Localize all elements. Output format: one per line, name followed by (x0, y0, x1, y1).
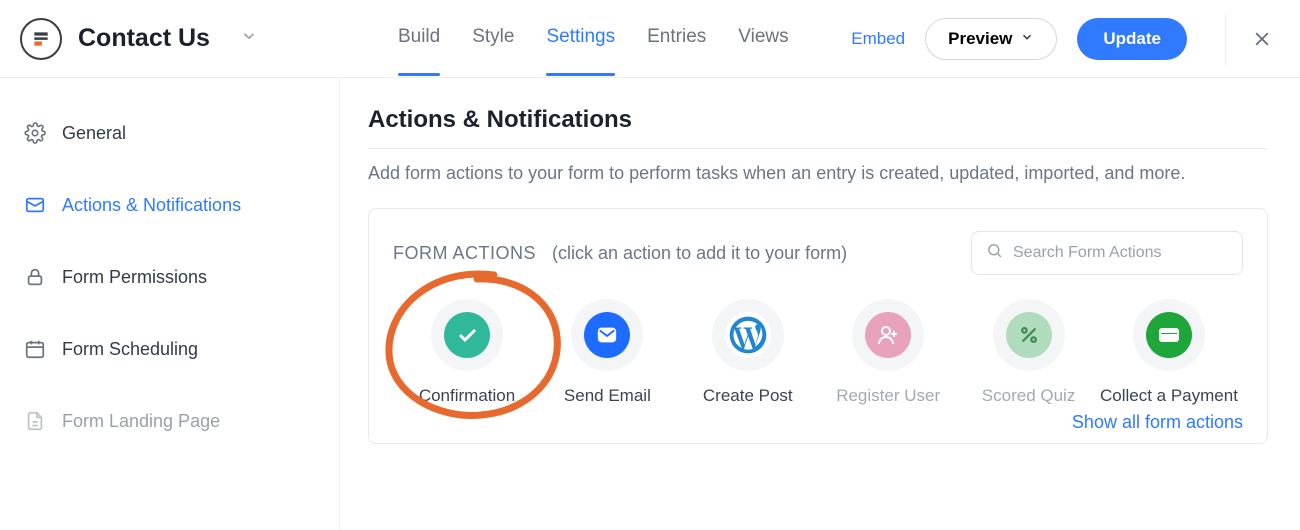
sidebar-item-label: General (62, 123, 126, 144)
show-all-link[interactable]: Show all form actions (1072, 412, 1243, 432)
add-user-icon (865, 312, 911, 358)
check-icon (444, 312, 490, 358)
tab-settings[interactable]: Settings (546, 26, 615, 52)
lock-icon (24, 266, 46, 288)
preview-button[interactable]: Preview (925, 18, 1057, 60)
action-scored-quiz[interactable]: Scored Quiz (959, 299, 1099, 408)
sidebar-item-label: Actions & Notifications (62, 195, 241, 216)
credit-card-icon (1146, 312, 1192, 358)
action-send-email[interactable]: Send Email (537, 299, 677, 408)
search-form-actions[interactable] (971, 231, 1243, 275)
search-input[interactable] (1013, 244, 1228, 262)
top-bar: Contact Us Build Style Settings Entries … (0, 0, 1300, 78)
settings-sidebar: General Actions & Notifications Form Per… (0, 78, 340, 530)
sidebar-item-label: Form Scheduling (62, 339, 198, 360)
tab-build[interactable]: Build (398, 26, 440, 52)
action-register-user[interactable]: Register User (818, 299, 958, 408)
sidebar-item-permissions[interactable]: Form Permissions (0, 250, 339, 304)
action-label: Collect a Payment (1100, 385, 1238, 408)
form-actions-hint: (click an action to add it to your form) (552, 243, 847, 264)
page-subtitle: Add form actions to your form to perform… (368, 163, 1268, 184)
sidebar-item-label: Form Landing Page (62, 411, 220, 432)
top-right-controls: Embed Preview Update (851, 13, 1272, 65)
action-confirmation[interactable]: Confirmation (397, 299, 537, 408)
tab-views[interactable]: Views (738, 26, 788, 52)
main-tabs: Build Style Settings Entries Views (398, 26, 789, 52)
app-logo-icon (20, 18, 62, 60)
sidebar-item-landing-page[interactable]: Form Landing Page (0, 394, 339, 448)
action-label: Scored Quiz (982, 385, 1076, 408)
gear-icon (24, 122, 46, 144)
form-actions-header: FORM ACTIONS (click an action to add it … (393, 231, 1243, 275)
page-title: Actions & Notifications (368, 106, 1268, 149)
action-collect-payment[interactable]: Collect a Payment (1099, 299, 1239, 408)
update-button[interactable]: Update (1077, 18, 1187, 60)
sidebar-item-scheduling[interactable]: Form Scheduling (0, 322, 339, 376)
inbox-icon (24, 194, 46, 216)
action-label: Create Post (703, 385, 793, 408)
body: General Actions & Notifications Form Per… (0, 78, 1300, 530)
action-create-post[interactable]: Create Post (678, 299, 818, 408)
tab-style[interactable]: Style (472, 26, 514, 52)
form-title: Contact Us (78, 24, 210, 53)
chevron-down-icon (1020, 29, 1034, 49)
mail-icon (584, 312, 630, 358)
page-icon (24, 410, 46, 432)
action-label: Send Email (564, 385, 651, 408)
show-all-row: Show all form actions (393, 412, 1243, 433)
tab-entries[interactable]: Entries (647, 26, 706, 52)
calendar-icon (24, 338, 46, 360)
form-actions-title: FORM ACTIONS (393, 243, 536, 264)
sidebar-item-label: Form Permissions (62, 267, 207, 288)
form-actions-grid: Confirmation Send Email Create Post (393, 293, 1243, 408)
search-icon (986, 242, 1003, 264)
logo-title-group: Contact Us (20, 18, 258, 60)
embed-link[interactable]: Embed (851, 29, 905, 49)
sidebar-item-actions[interactable]: Actions & Notifications (0, 178, 339, 232)
percent-icon (1006, 312, 1052, 358)
wordpress-icon (725, 312, 771, 358)
action-label: Confirmation (419, 385, 515, 408)
main-panel: Actions & Notifications Add form actions… (340, 78, 1300, 530)
preview-label: Preview (948, 29, 1012, 49)
sidebar-item-general[interactable]: General (0, 106, 339, 160)
action-label: Register User (836, 385, 940, 408)
form-actions-card: FORM ACTIONS (click an action to add it … (368, 208, 1268, 444)
chevron-down-icon[interactable] (240, 27, 258, 50)
close-icon[interactable] (1225, 13, 1272, 65)
